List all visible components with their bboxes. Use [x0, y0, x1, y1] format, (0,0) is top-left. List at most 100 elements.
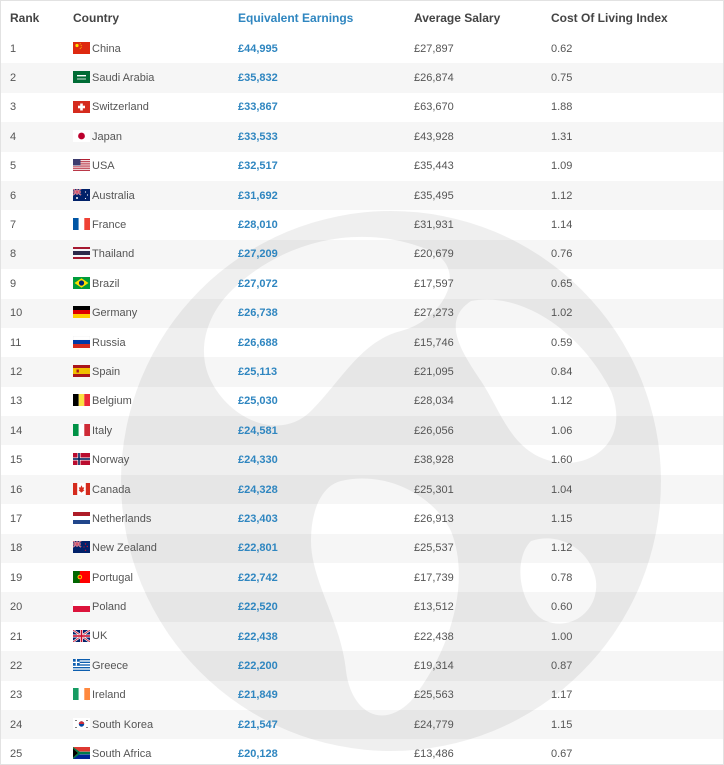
cost-of-living-index-cell: 0.67 [551, 748, 573, 761]
average-salary-cell: £25,563 [414, 689, 454, 702]
cost-of-living-index-cell: 1.09 [551, 160, 573, 173]
table-row: 24 South Korea £21,547 £24,779 1.15 [1, 710, 723, 739]
average-salary-cell: £43,928 [414, 122, 551, 151]
country-name: Japan [92, 130, 122, 143]
flag-france-icon [73, 218, 90, 231]
table-row: 6 Australia £31,692 £35,495 1.12 [1, 181, 723, 210]
country-cell: South Korea [73, 710, 238, 739]
country-cell: UK [73, 622, 238, 651]
country-cell: France [73, 210, 238, 239]
country-name: Italy [92, 424, 113, 437]
cost-of-living-index-cell: 1.02 [551, 299, 723, 328]
table-row: 7 France £28,010 £31,931 1.14 [1, 210, 723, 239]
cost-of-living-index-cell: 1.15 [551, 512, 573, 525]
cost-of-living-index-cell: 1.00 [551, 630, 573, 643]
table-row: 22 Greece £22,200 £19,314 0.87 [1, 651, 723, 680]
cost-of-living-index-cell: 0.75 [551, 63, 723, 92]
equivalent-earnings-cell: £27,209 [238, 240, 414, 269]
ranking-table: Rank Country Equivalent Earnings Average… [1, 1, 723, 764]
country-cell: Russia [73, 328, 238, 357]
flag-saudi-arabia-icon [73, 71, 90, 84]
country-cell: Norway [73, 445, 238, 474]
cost-of-living-index-cell: 1.15 [551, 710, 723, 739]
rank-column-header[interactable]: Rank [1, 1, 73, 34]
average-salary-cell: £27,273 [414, 299, 551, 328]
equivalent-earnings-cell: £24,330 [238, 454, 278, 467]
rank-cell: 6 [1, 181, 73, 210]
country-cell: Thailand [73, 240, 238, 269]
country-cell: USA [73, 152, 238, 181]
rank-cell: 8 [1, 240, 73, 269]
cost-of-living-index-cell: 0.84 [551, 357, 723, 386]
cost-of-living-index-cell: 1.60 [551, 454, 573, 467]
country-column-header[interactable]: Country [73, 1, 238, 34]
average-salary-cell: £27,897 [414, 42, 454, 55]
average-salary-cell: £38,928 [414, 454, 454, 467]
table-row: 4 Japan £33,533 £43,928 1.31 [1, 122, 723, 151]
flag-italy-icon [73, 423, 90, 436]
equivalent-earnings-cell: £33,867 [238, 101, 278, 114]
flag-australia-icon [73, 188, 90, 201]
equivalent-earnings-cell: £27,072 [238, 277, 278, 290]
table-row: 11 Russia £26,688 £15,746 0.59 [1, 328, 723, 357]
rank-cell: 20 [1, 592, 73, 621]
flag-netherlands-icon [73, 511, 90, 524]
flag-uk-icon [73, 629, 90, 642]
rank-cell: 22 [1, 651, 73, 680]
cost-of-living-index-cell: 0.87 [551, 651, 723, 680]
table-header-row: Rank Country Equivalent Earnings Average… [1, 1, 723, 34]
country-cell: Canada [73, 475, 238, 504]
country-cell: Ireland [73, 681, 238, 710]
rank-cell: 1 [10, 42, 17, 55]
country-cell: Japan [73, 122, 238, 151]
table-row: 25 South Africa £20,128 £13,486 0.67 [1, 739, 723, 764]
average-salary-cell: £25,301 [414, 475, 551, 504]
rank-cell: 15 [10, 454, 23, 467]
flag-china-icon [73, 41, 90, 54]
country-name: Poland [92, 601, 127, 614]
equivalent-earnings-cell: £25,113 [238, 357, 414, 386]
flag-canada-icon [73, 482, 90, 495]
country-name: Greece [92, 659, 129, 672]
average-salary-cell: £19,314 [414, 651, 551, 680]
country-cell: China [73, 34, 238, 63]
equivalent-earnings-cell: £21,849 [238, 689, 278, 702]
equivalent-earnings-cell: £22,200 [238, 651, 414, 680]
table-row: 18 New Zealand £22,801 £25,537 1.12 [1, 534, 723, 563]
average-salary-cell: £17,739 [414, 571, 454, 584]
table-row: 23 Ireland £21,849 £25,563 1.17 [1, 681, 723, 710]
country-cell: Saudi Arabia [73, 63, 238, 92]
cost-of-living-index-cell: 1.04 [551, 475, 723, 504]
cost-of-living-index-cell: 1.88 [551, 101, 573, 114]
country-name: Spain [92, 366, 121, 379]
cost-of-living-index-cell: 0.62 [551, 42, 573, 55]
country-name: Canada [92, 483, 131, 496]
flag-spain-icon [73, 365, 90, 378]
country-cell: New Zealand [73, 534, 238, 563]
country-name: China [92, 42, 121, 55]
flag-russia-icon [73, 335, 90, 348]
country-cell: Spain [73, 357, 238, 386]
rank-cell: 24 [1, 710, 73, 739]
average-salary-cell: £13,486 [414, 748, 454, 761]
rank-cell: 21 [10, 630, 23, 643]
country-cell: Australia [73, 181, 238, 210]
rank-cell: 16 [1, 475, 73, 504]
cost-of-living-index-column-header[interactable]: Cost Of Living Index [551, 1, 723, 34]
rank-cell: 11 [10, 336, 22, 349]
country-cell: Portugal [73, 563, 238, 592]
country-name: Russia [92, 336, 126, 349]
average-salary-cell: £35,443 [414, 160, 454, 173]
equivalent-earnings-column-header[interactable]: Equivalent Earnings [238, 1, 414, 34]
table-row: 14 Italy £24,581 £26,056 1.06 [1, 416, 723, 445]
flag-switzerland-icon [73, 100, 90, 113]
equivalent-earnings-cell: £44,995 [238, 42, 278, 55]
country-name: Germany [92, 307, 138, 320]
equivalent-earnings-cell: £24,581 [238, 416, 414, 445]
country-cell: Belgium [73, 387, 238, 416]
equivalent-earnings-cell: £22,801 [238, 534, 414, 563]
average-salary-column-header[interactable]: Average Salary [414, 1, 551, 34]
country-name: Saudi Arabia [92, 72, 155, 85]
country-name: Belgium [92, 395, 132, 408]
country-name: UK [92, 630, 108, 643]
